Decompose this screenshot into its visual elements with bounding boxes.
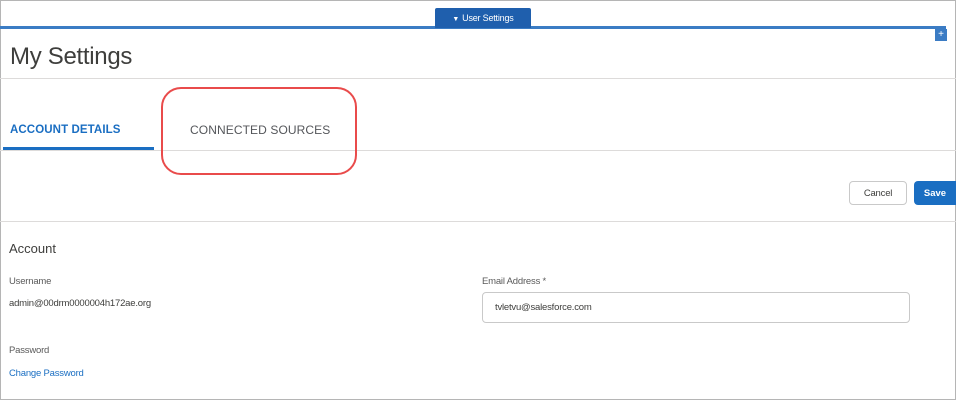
annotation-highlight-circle: [161, 87, 357, 175]
user-settings-pill-label: User Settings: [462, 13, 514, 23]
page-title: My Settings: [10, 43, 133, 70]
tab-account-details[interactable]: ACCOUNT DETAILS: [10, 112, 121, 151]
chevron-down-icon: ▼: [452, 16, 460, 23]
email-field[interactable]: [482, 292, 910, 323]
section-title-account: Account: [9, 241, 56, 256]
divider: [0, 221, 956, 222]
save-button[interactable]: Save: [914, 181, 956, 205]
divider: [0, 78, 956, 79]
password-label: Password: [9, 345, 50, 356]
user-settings-pill[interactable]: ▼ User Settings: [435, 8, 531, 28]
window-frame: [0, 0, 956, 400]
username-label: Username: [9, 276, 52, 287]
username-value: admin@00drm0000004h172ae.org: [9, 298, 151, 309]
cancel-button[interactable]: Cancel: [849, 181, 907, 205]
email-label: Email Address *: [482, 276, 547, 287]
tab-divider: [0, 150, 956, 151]
tab-bar: ACCOUNT DETAILS CONNECTED SOURCES: [0, 112, 956, 151]
add-button[interactable]: +: [935, 29, 947, 41]
change-password-link[interactable]: Change Password: [9, 368, 84, 379]
